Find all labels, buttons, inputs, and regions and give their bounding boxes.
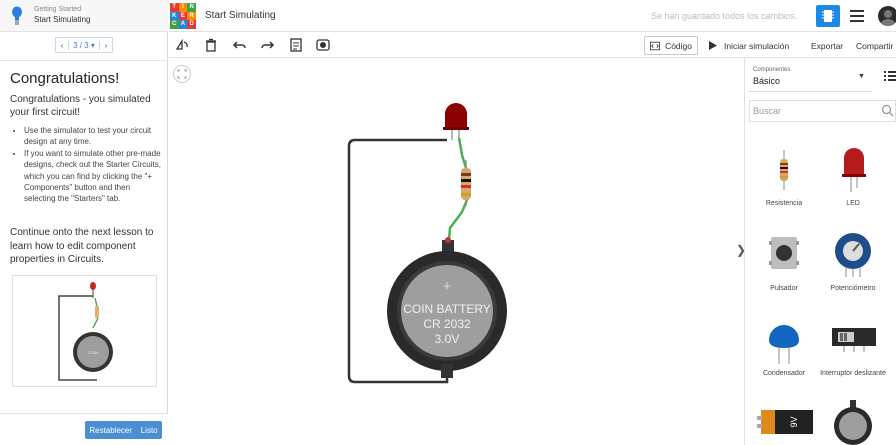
prev-step-button[interactable]: ‹ — [56, 41, 68, 50]
lesson-heading: Congratulations! — [10, 70, 120, 87]
svg-text:COIN: COIN — [88, 350, 98, 355]
lesson-intro: Congratulations - you simulated your fir… — [10, 94, 151, 118]
reset-button[interactable]: Restablecer — [89, 426, 132, 435]
chip-icon — [822, 10, 834, 22]
led-icon — [842, 148, 866, 192]
logo-letter: A — [178, 20, 188, 29]
component-label: LED — [846, 200, 860, 207]
coin-battery-component: + COIN BATTERY CR 2032 3.0V — [387, 237, 507, 378]
component-label: Pulsador — [770, 285, 798, 292]
component-tile-led[interactable]: LED — [818, 140, 888, 220]
components-select-value: Básico — [753, 76, 781, 86]
component-tile-capacitor[interactable]: Condensador — [749, 310, 819, 390]
logo-letter: K — [170, 11, 179, 21]
play-icon — [709, 41, 717, 50]
component-label: Resistencia — [765, 200, 803, 207]
search-icon[interactable] — [881, 104, 894, 117]
resistor-icon — [780, 150, 788, 190]
wire-green-bottom — [447, 199, 469, 241]
circuit-thumbnail: COIN — [12, 275, 157, 387]
component-tile-potentiometer[interactable]: Potenciómetro — [818, 225, 888, 305]
capacitor-icon — [769, 325, 799, 364]
logo-letter: N — [187, 3, 196, 12]
component-list-view-icon[interactable] — [850, 10, 864, 22]
lesson-bullets: Use the simulator to test your circuit d… — [24, 125, 162, 205]
battery-plus-label: + — [443, 278, 452, 295]
coin-battery-icon — [834, 400, 872, 445]
logo-letter: I — [178, 3, 188, 12]
component-label: Condensador — [762, 370, 806, 377]
undo-icon[interactable] — [232, 37, 248, 53]
lesson-title: Start Simulating — [34, 15, 91, 24]
lesson-action-group: Restablecer Listo — [85, 421, 162, 439]
lesson-category: Getting Started — [34, 6, 82, 13]
tinkercad-logo[interactable]: T I N K E R C A D — [170, 3, 196, 29]
component-tile-slide-switch[interactable]: Interruptor deslizante — [818, 310, 888, 390]
battery-label-line3: 3.0V — [435, 332, 460, 346]
lesson-bullet: If you want to simulate other pre-made d… — [24, 148, 162, 205]
code-icon — [650, 41, 661, 50]
notes-icon[interactable] — [288, 37, 304, 53]
code-button[interactable]: Código — [644, 36, 698, 55]
pushbutton-icon — [769, 237, 799, 269]
save-status: Se han guardado todos los cambios. — [651, 11, 798, 21]
step-indicator-dropdown[interactable]: 3 / 3 ▾ — [68, 40, 100, 50]
next-step-button[interactable]: › — [100, 41, 112, 50]
project-title[interactable]: Start Simulating — [205, 10, 276, 21]
component-label: Potenciómetro — [830, 285, 876, 292]
resistor-component — [461, 160, 471, 206]
component-tile-pushbutton[interactable]: Pulsador — [749, 225, 819, 305]
logo-letter: E — [178, 11, 188, 21]
circuit-view-button[interactable] — [816, 5, 840, 27]
circuit-diagram: + COIN BATTERY CR 2032 3.0V — [347, 103, 507, 384]
export-button[interactable]: Exportar — [806, 36, 844, 55]
rotate-icon[interactable] — [174, 37, 190, 53]
start-simulation-label: Iniciar simulación — [724, 40, 790, 51]
component-tile-9v-battery[interactable]: 9V — [749, 398, 819, 445]
lesson-pager: ‹ 3 / 3 ▾ › — [55, 37, 113, 53]
code-label: Código — [665, 40, 692, 51]
battery-label-line2: CR 2032 — [423, 317, 471, 331]
bulb-icon — [12, 6, 22, 25]
components-search-input[interactable] — [753, 104, 873, 118]
dropdown-arrow-icon: ▼ — [858, 73, 865, 80]
components-select-label: Componentes — [753, 67, 791, 73]
9v-battery-icon: 9V — [757, 410, 813, 434]
visibility-icon[interactable] — [315, 37, 331, 53]
start-simulation-button[interactable]: Iniciar simulación — [704, 36, 800, 55]
component-tile-coin-battery[interactable] — [818, 398, 888, 445]
logo-letter: D — [187, 20, 196, 29]
potentiometer-icon — [835, 233, 871, 277]
led-component — [443, 103, 469, 140]
logo-letter: T — [170, 3, 179, 12]
user-avatar[interactable] — [878, 6, 896, 26]
wire-green-top — [457, 137, 468, 169]
9v-battery-marking: 9V — [789, 416, 799, 427]
component-tile-resistor[interactable]: Resistencia — [749, 140, 819, 220]
done-button[interactable]: Listo — [141, 426, 158, 435]
logo-letter: C — [170, 20, 179, 29]
list-view-icon[interactable] — [884, 71, 896, 81]
share-button[interactable]: Compartir — [851, 36, 896, 55]
logo-letter: R — [187, 11, 196, 21]
component-label: Interruptor deslizante — [820, 370, 886, 377]
trash-icon[interactable] — [203, 37, 219, 53]
slide-switch-icon — [832, 328, 876, 352]
battery-label-line1: COIN BATTERY — [403, 302, 491, 316]
lesson-outro: Continue onto the next lesson to learn h… — [10, 227, 154, 265]
lesson-bullet: Use the simulator to test your circuit d… — [24, 125, 162, 148]
redo-icon[interactable] — [259, 37, 275, 53]
